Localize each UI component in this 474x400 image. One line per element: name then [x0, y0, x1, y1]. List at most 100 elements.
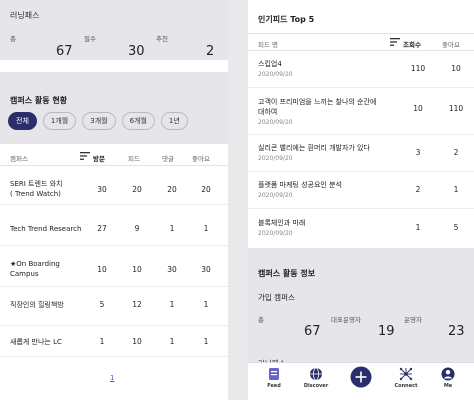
period-1m-pill[interactable]: 1개월 — [42, 112, 77, 130]
plus-icon — [350, 366, 372, 388]
feed-title: 플랫폼 마케팅 성공요인 분석 — [258, 181, 342, 189]
views-value: 3 — [415, 148, 421, 157]
feed-row[interactable]: 스킵업4 2020/09/20 110 10 — [248, 52, 474, 88]
comments-value: 1 — [169, 300, 175, 309]
campus-name: ★On Boarding Campus — [10, 260, 60, 278]
bottom-tab-bar: Feed Discover Connect Me — [248, 362, 474, 400]
visits-value: 1 — [99, 337, 105, 346]
period-6m-pill[interactable]: 6개월 — [121, 112, 155, 130]
views-value: 2 — [415, 185, 421, 194]
table-row[interactable]: Tech Trend Research 27 9 1 1 — [0, 206, 228, 246]
views-value: 10 — [413, 104, 423, 113]
period-3m-pill[interactable]: 3개월 — [82, 112, 116, 130]
tab-connect[interactable]: Connect — [386, 367, 426, 389]
header-campus: 캠퍼스 — [10, 155, 28, 163]
table-row[interactable]: 새롭게 만나는 LC 1 10 1 1 — [0, 327, 228, 357]
lead-operator-label: 대표운영자 — [331, 316, 361, 324]
header-feeds[interactable]: 피드 — [128, 153, 140, 163]
visits-value: 5 — [99, 300, 105, 309]
globe-icon — [310, 367, 322, 381]
header-views[interactable]: 조회수 — [403, 39, 421, 49]
header-likes[interactable]: 좋아요 — [192, 153, 210, 163]
feed-row[interactable]: 고객이 프리미엄을 느끼는 찰나의 순간에 대하여 2020/09/20 10 1… — [248, 89, 474, 135]
activity-status-title: 캠퍼스 활동 현황 — [10, 96, 68, 105]
tab-feed-label: Feed — [267, 383, 281, 389]
network-icon — [399, 367, 413, 381]
likes-value: 1 — [203, 300, 209, 309]
person-icon — [441, 367, 455, 381]
page-link-1[interactable]: 1 — [110, 374, 114, 382]
activity-info-title: 캠퍼스 활동 정보 — [258, 269, 316, 278]
likes-value: 20 — [201, 185, 211, 194]
feed-row[interactable]: 실리콘 밸리에는 흰머리 개발자가 있다 2020/09/20 3 2 — [248, 136, 474, 172]
table-row[interactable]: SERI 트렌드 와치( Trend Watch) 30 20 20 20 — [0, 167, 228, 205]
popular-feeds-title: 인기피드 Top 5 — [258, 15, 315, 24]
stat-recommended-value: 2 — [206, 44, 215, 59]
likes-value: 110 — [448, 104, 464, 113]
feeds-value: 10 — [132, 265, 142, 274]
feeds-value: 9 — [134, 224, 140, 233]
likes-value: 30 — [201, 265, 211, 274]
period-filter: 전체 1개월 3개월 6개월 1년 — [8, 112, 188, 130]
tab-me-label: Me — [443, 383, 453, 389]
stat-required-value: 30 — [128, 44, 145, 59]
campus-name: 직장인의 힐링책방 — [10, 301, 64, 309]
tab-discover[interactable]: Discover — [296, 367, 336, 389]
sort-lines-icon[interactable] — [80, 152, 90, 162]
tab-feed[interactable]: Feed — [254, 367, 294, 389]
tab-discover-label: Discover — [303, 383, 329, 389]
feed-title: 고객이 프리미엄을 느끼는 찰나의 순간에 대하여 — [258, 98, 377, 116]
likes-value: 5 — [453, 223, 459, 232]
stat-total-label: 총 — [10, 35, 16, 43]
feeds-table-header: 피드 명 조회수 좋아요 — [248, 33, 474, 51]
sort-lines-icon[interactable] — [390, 38, 400, 48]
likes-value: 2 — [453, 148, 459, 157]
comments-value: 30 — [167, 265, 177, 274]
likes-value: 10 — [451, 64, 461, 73]
header-comments[interactable]: 댓글 — [162, 153, 174, 163]
campus-activity-panel: 러닝패스 총 67 필수 30 추천 2 캠퍼스 활동 현황 전체 1개월 3개… — [0, 0, 228, 400]
feed-row[interactable]: 플랫폼 마케팅 성공요인 분석 2020/09/20 2 1 — [248, 173, 474, 209]
lead-operator-value: 19 — [378, 324, 395, 339]
header-likes[interactable]: 좋아요 — [442, 39, 460, 49]
feeds-value: 10 — [132, 337, 142, 346]
learning-path-summary: 러닝패스 총 67 필수 30 추천 2 — [0, 0, 228, 60]
joined-campus-label: 가입 캠퍼스 — [258, 293, 295, 302]
stat-recommended-label: 추천 — [156, 35, 168, 43]
feeds-value: 12 — [132, 300, 142, 309]
table-row[interactable]: 직장인의 힐링책방 5 12 1 1 — [0, 288, 228, 326]
campus-name: 새롭게 만나는 LC — [10, 338, 62, 346]
tab-connect-label: Connect — [394, 383, 418, 389]
comments-value: 1 — [169, 224, 175, 233]
stat-required-label: 필수 — [84, 35, 96, 43]
popular-feeds-panel: 인기피드 Top 5 피드 명 조회수 좋아요 스킵업4 2020/09/20 … — [248, 0, 474, 400]
comments-value: 20 — [167, 185, 177, 194]
feed-date: 2020/09/20 — [258, 71, 293, 78]
feed-row[interactable]: 블록체인과 미래 2020/09/20 1 5 — [248, 210, 474, 246]
views-value: 110 — [410, 64, 426, 73]
campus-table-header: 캠퍼스 방문 피드 댓글 좋아요 — [0, 148, 228, 166]
visits-value: 27 — [97, 224, 107, 233]
tab-create[interactable] — [341, 366, 381, 388]
feed-date: 2020/09/20 — [258, 155, 293, 162]
campus-name: Tech Trend Research — [10, 225, 82, 233]
views-value: 1 — [415, 223, 421, 232]
header-visits[interactable]: 방문 — [93, 153, 105, 163]
feed-title: 실리콘 밸리에는 흰머리 개발자가 있다 — [258, 144, 370, 152]
feed-icon — [269, 368, 279, 380]
tab-me[interactable]: Me — [428, 367, 468, 389]
feed-title: 스킵업4 — [258, 60, 282, 68]
likes-value: 1 — [453, 185, 459, 194]
feed-title: 블록체인과 미래 — [258, 219, 306, 227]
feed-date: 2020/09/20 — [258, 192, 293, 199]
feed-date: 2020/09/20 — [258, 119, 293, 126]
activity-status-section: 캠퍼스 활동 현황 전체 1개월 3개월 6개월 1년 — [0, 72, 228, 144]
period-all-pill[interactable]: 전체 — [8, 112, 37, 130]
feed-date: 2020/09/20 — [258, 230, 293, 237]
comments-value: 1 — [169, 337, 175, 346]
visits-value: 30 — [97, 185, 107, 194]
table-row[interactable]: ★On Boarding Campus 10 10 30 30 — [0, 247, 228, 287]
operator-label: 운영자 — [404, 316, 422, 324]
period-1y-pill[interactable]: 1년 — [160, 112, 188, 130]
learning-path-title: 러닝패스 — [10, 11, 40, 20]
